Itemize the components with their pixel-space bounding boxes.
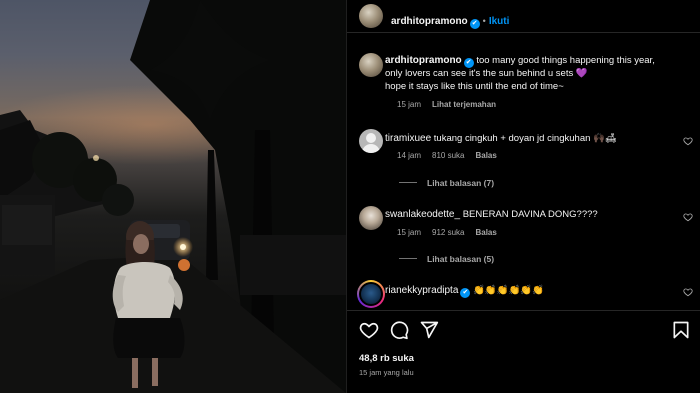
post-photo[interactable] xyxy=(0,0,346,393)
view-replies-label: Lihat balasan (7) xyxy=(427,178,495,188)
like-comment-icon[interactable] xyxy=(683,287,693,297)
comment-username[interactable]: rianekkypradipta xyxy=(385,285,458,296)
post-header: ardhitopramono ✔ • Ikuti xyxy=(347,0,700,33)
comment-time: 15 jam xyxy=(397,228,422,237)
verified-icon: ✔ xyxy=(463,58,474,68)
like-heart-icon[interactable] xyxy=(359,320,379,340)
like-comment-icon[interactable] xyxy=(683,136,693,146)
avatar-image xyxy=(359,282,383,306)
follow-button[interactable]: Ikuti xyxy=(489,16,510,27)
comment-text: tiramixuee tukang cingkuh + doyan jd cin… xyxy=(385,133,691,146)
comment-time: 14 jam xyxy=(397,151,422,160)
post-likes-count[interactable]: 48,8 rb suka xyxy=(359,353,414,364)
comment-meta: 14 jam 810 suka Balas xyxy=(397,151,508,160)
caption-meta: 15 jam Lihat terjemahan xyxy=(397,100,507,109)
verified-icon: ✔ xyxy=(460,288,471,298)
author-username[interactable]: ardhitopramono xyxy=(391,16,468,27)
view-replies-button[interactable]: Lihat balasan (7) xyxy=(399,178,494,188)
caption-avatar[interactable] xyxy=(359,53,383,77)
share-send-icon[interactable] xyxy=(419,320,439,340)
reply-button[interactable]: Balas xyxy=(475,151,496,160)
comment-username[interactable]: tiramixuee xyxy=(385,133,431,144)
comment-likes[interactable]: 912 suka xyxy=(432,228,464,237)
caption-line-2: only lovers can see it's the sun behind … xyxy=(385,68,574,79)
comment-avatar[interactable] xyxy=(357,280,385,308)
caption-time: 15 jam xyxy=(397,100,422,109)
replies-divider xyxy=(399,258,417,259)
comment-body: 👏👏👏👏👏👏 xyxy=(473,285,544,296)
author-avatar[interactable] xyxy=(359,4,383,28)
comment-username[interactable]: swanlakeodette_ xyxy=(385,209,460,220)
caption-username[interactable]: ardhitopramono xyxy=(385,55,462,66)
comment-meta: 15 jam 912 suka Balas xyxy=(397,228,508,237)
comment-body: BENERAN DAVINA DONG???? xyxy=(462,209,598,220)
save-bookmark-icon[interactable] xyxy=(671,320,691,340)
view-replies-label: Lihat balasan (5) xyxy=(427,254,495,264)
like-comment-icon[interactable] xyxy=(683,212,693,222)
post-timestamp: 15 jam yang lalu xyxy=(359,368,414,377)
comments-list[interactable]: ardhitopramono ✔ too many good things hap… xyxy=(347,34,700,310)
comment-text: rianekkypradipta ✔ 👏👏👏👏👏👏 xyxy=(385,285,691,298)
comment-avatar[interactable] xyxy=(359,129,383,153)
post-detail-panel: ardhitopramono ✔ • Ikuti ardhitopramono ✔ to… xyxy=(346,0,700,393)
caption-text: ardhitopramono ✔ too many good things hap… xyxy=(385,55,691,93)
photo-scene xyxy=(0,0,346,393)
comment-body: tukang cingkuh + doyan jd cingkuhan 🙌🏿🛋 xyxy=(433,133,617,144)
translate-link[interactable]: Lihat terjemahan xyxy=(432,100,496,109)
caption-line-1: too many good things happening this year… xyxy=(476,55,655,66)
view-replies-button[interactable]: Lihat balasan (5) xyxy=(399,254,494,264)
comment-bubble-icon[interactable] xyxy=(389,320,409,340)
reply-button[interactable]: Balas xyxy=(475,228,496,237)
comment-avatar[interactable] xyxy=(359,206,383,230)
replies-divider xyxy=(399,182,417,183)
caption-line-3: hope it stays like this until the end of… xyxy=(385,80,564,92)
post-actions: 48,8 rb suka 15 jam yang lalu xyxy=(347,310,700,393)
verified-icon: ✔ xyxy=(469,19,480,29)
comment-likes[interactable]: 810 suka xyxy=(432,151,464,160)
comment-text: swanlakeodette_ BENERAN DAVINA DONG???? xyxy=(385,209,691,222)
purple-heart-emoji: 💜 xyxy=(575,68,588,79)
author-info: ardhitopramono ✔ • Ikuti xyxy=(391,11,509,29)
separator-dot: • xyxy=(482,16,486,26)
